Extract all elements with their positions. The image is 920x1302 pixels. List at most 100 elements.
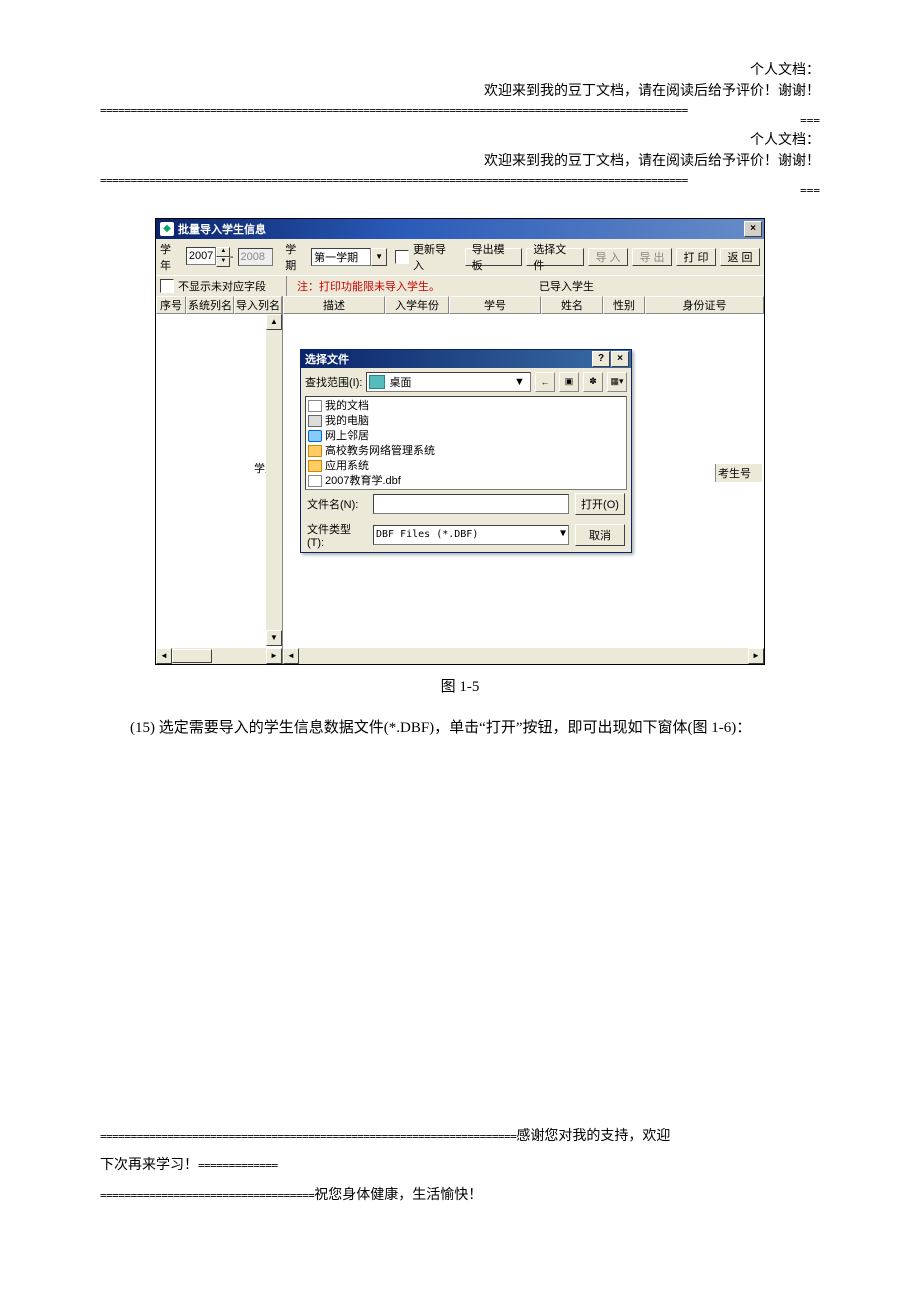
chevron-down-icon[interactable]: ▼ <box>371 248 387 266</box>
chevron-down-icon[interactable]: ▼ <box>560 528 566 542</box>
scroll-up-icon[interactable]: ▲ <box>266 314 282 330</box>
file-icon <box>308 400 322 412</box>
filetype-label: 文件类型(T): <box>307 521 367 549</box>
toolbar: 学年 2007 ▲▼ - 2008 学期 第一学期 ▼ 更新导入 导出模板 选择… <box>156 239 764 275</box>
filename-label: 文件名(N): <box>307 496 367 512</box>
cancel-button[interactable]: 取消 <box>575 524 625 546</box>
reimport-checkbox[interactable] <box>395 250 409 264</box>
new-folder-icon[interactable]: ✽ <box>583 372 603 392</box>
semester-dropdown[interactable]: 第一学期 ▼ <box>311 248 387 266</box>
footer-sep-3: =================================== <box>100 1189 314 1202</box>
nav-up-icon[interactable]: ▣ <box>559 372 579 392</box>
col-idnum: 身份证号 <box>645 296 764 314</box>
filetype-value: DBF Files (*.DBF) <box>376 529 478 540</box>
chevron-down-icon[interactable]: ▼ <box>514 376 528 388</box>
year-from-spinner[interactable]: 2007 ▲▼ <box>186 247 226 267</box>
semester-label: 学期 <box>285 241 307 273</box>
list-item[interactable]: 2007教育学.dbf <box>308 474 624 489</box>
titlebar: ◆ 批量导入学生信息 × <box>156 219 764 239</box>
nav-back-icon[interactable]: ← <box>535 372 555 392</box>
file-icon <box>308 475 322 487</box>
look-in-dropdown[interactable]: 桌面 ▼ <box>366 372 531 392</box>
col-sysname: 系统列名 <box>186 296 234 314</box>
year-from-input[interactable]: 2007 <box>186 247 216 265</box>
instruction-paragraph: (15) 选定需要导入的学生信息数据文件(*.DBF)，单击“打开”按钮，即可出… <box>130 714 790 743</box>
dash: - <box>230 251 234 263</box>
col-name: 姓名 <box>541 296 603 314</box>
footer-text-3: 祝您身体健康，生活愉快！ <box>314 1188 482 1203</box>
list-item[interactable]: 我的文档 <box>308 399 624 414</box>
look-in-label: 查找范围(I): <box>305 374 362 390</box>
filetype-dropdown[interactable]: DBF Files (*.DBF) ▼ <box>373 525 569 545</box>
year-label: 学年 <box>160 241 182 273</box>
import-button[interactable]: 导 入 <box>588 248 628 266</box>
header-line1: 个人文档： <box>100 60 820 81</box>
look-in-row: 查找范围(I): 桌面 ▼ ← ▣ ✽ ▦▾ <box>301 368 631 396</box>
scroll-thumb[interactable] <box>172 649 212 663</box>
footer-text-2: 下次再来学习！ <box>100 1158 198 1173</box>
year-to-input: 2008 <box>238 248 274 266</box>
dialog-titlebar: 选择文件 ? × <box>301 350 631 368</box>
imported-label: 已导入学生 <box>539 278 594 294</box>
subheader: 不显示未对应字段 注：打印功能限未导入学生。 已导入学生 <box>156 275 764 296</box>
back-button[interactable]: 返 回 <box>720 248 760 266</box>
open-button[interactable]: 打开(O) <box>575 493 625 515</box>
folder-icon <box>308 460 322 472</box>
dialog-close-icon[interactable]: × <box>611 351 629 367</box>
filename-input[interactable] <box>373 494 569 514</box>
dialog-title: 选择文件 <box>305 351 349 367</box>
header-line2: 欢迎来到我的豆丁文档，请在阅读后给予评价！谢谢！ <box>100 81 820 102</box>
doc-header-1: 个人文档： 欢迎来到我的豆丁文档，请在阅读后给予评价！谢谢！ <box>100 60 820 102</box>
scroll-left-icon-2[interactable]: ◄ <box>283 648 299 664</box>
left-vscroll[interactable]: ▲ ▼ <box>266 314 282 646</box>
header-sep-end-1: === <box>100 117 820 126</box>
scroll-down-icon[interactable]: ▼ <box>266 630 282 646</box>
col-sid: 学号 <box>449 296 541 314</box>
look-in-value: 桌面 <box>389 374 411 390</box>
col-desc: 描述 <box>283 296 385 314</box>
list-item[interactable]: 应用系统 <box>308 459 624 474</box>
left-hscroll[interactable]: ◄ ► <box>156 648 282 664</box>
select-file-button[interactable]: 选择文件 <box>526 248 584 266</box>
header-sep-2: ========================================… <box>100 174 820 187</box>
footer-sep-1: ========================================… <box>100 1130 516 1143</box>
drive-icon <box>308 415 322 427</box>
export-template-button[interactable]: 导出模板 <box>465 248 523 266</box>
header2-line1: 个人文档： <box>100 130 820 151</box>
spinner-buttons[interactable]: ▲▼ <box>216 247 230 267</box>
list-item[interactable]: 高校教务网络管理系统 <box>308 444 624 459</box>
help-icon[interactable]: ? <box>592 351 610 367</box>
footer-sep-2: ============= <box>198 1159 278 1172</box>
left-headers: 序号 系统列名 导入列名 <box>156 296 283 314</box>
right-hscroll[interactable]: ◄ ► <box>283 648 764 664</box>
hide-unmapped-checkbox[interactable] <box>160 279 174 293</box>
exam-id-label: 考生号 <box>715 464 762 482</box>
scroll-right-icon-2[interactable]: ► <box>748 648 764 664</box>
export-button[interactable]: 导 出 <box>632 248 672 266</box>
list-item[interactable]: 网上邻居 <box>308 429 624 444</box>
filetype-row: 文件类型(T): DBF Files (*.DBF) ▼ 取消 <box>301 518 631 552</box>
file-list[interactable]: 我的文档 我的电脑 网上邻居 高校教务网络管理系统 应用系统 2007教育学.d… <box>305 396 627 490</box>
scroll-left-icon[interactable]: ◄ <box>156 648 172 664</box>
col-seq: 序号 <box>156 296 186 314</box>
file-open-dialog: 选择文件 ? × 查找范围(I): 桌面 ▼ ← ▣ ✽ ▦▾ 我的文档 <box>300 349 632 553</box>
scroll-right-icon[interactable]: ► <box>266 648 282 664</box>
list-item[interactable]: 我的电脑 <box>308 414 624 429</box>
folder-icon <box>308 445 322 457</box>
semester-value: 第一学期 <box>311 248 371 266</box>
header2-line2: 欢迎来到我的豆丁文档，请在阅读后给予评价！谢谢！ <box>100 151 820 172</box>
view-menu-icon[interactable]: ▦▾ <box>607 372 627 392</box>
app-icon: ◆ <box>160 222 174 236</box>
header-sep-1: ========================================… <box>100 104 820 117</box>
figure-caption: 图 1-5 <box>100 675 820 696</box>
col-year: 入学年份 <box>385 296 449 314</box>
print-button[interactable]: 打 印 <box>676 248 716 266</box>
col-importname: 导入列名 <box>234 296 282 314</box>
left-grid: 学生 ▲ ▼ ◄ ► <box>156 314 283 664</box>
filename-row: 文件名(N): 打开(O) <box>301 490 631 518</box>
doc-header-2: 个人文档： 欢迎来到我的豆丁文档，请在阅读后给予评价！谢谢！ <box>100 130 820 172</box>
header-sep-end-2: === <box>100 187 820 196</box>
col-gender: 性别 <box>603 296 645 314</box>
headers-row: 序号 系统列名 导入列名 描述 入学年份 学号 姓名 性别 身份证号 <box>156 296 764 314</box>
close-icon[interactable]: × <box>744 221 762 237</box>
